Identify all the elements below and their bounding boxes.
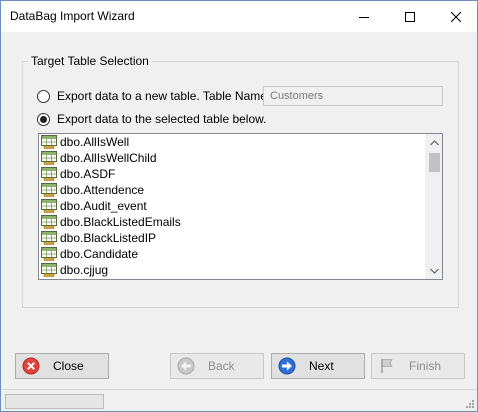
table-list-item-label: dbo.BlackListedEmails xyxy=(60,215,181,229)
back-button-label: Back xyxy=(208,359,235,373)
table-list-item-label: dbo.AllIsWell xyxy=(60,135,130,149)
existing-table-label: Export data to the selected table below. xyxy=(57,112,267,126)
finish-flag-icon xyxy=(381,359,393,373)
table-list: dbo.AllIsWell dbo.AllIsWellChild dbo.ASDF d… xyxy=(39,134,424,278)
existing-table-option[interactable]: Export data to the selected table below. xyxy=(37,112,266,126)
resize-grip-icon[interactable] xyxy=(463,397,475,409)
table-list-item-label: dbo.AllIsWellChild xyxy=(60,151,157,165)
table-list-item[interactable]: dbo.Attendence xyxy=(39,182,424,198)
table-list-item[interactable]: dbo.cjjug xyxy=(39,262,424,278)
next-button-label: Next xyxy=(309,359,334,373)
table-list-item-label: dbo.Candidate xyxy=(60,247,139,261)
title-bar[interactable]: DataBag Import Wizard xyxy=(1,1,477,32)
table-listbox[interactable]: dbo.AllIsWell dbo.AllIsWellChild dbo.ASDF d… xyxy=(38,133,443,280)
chevron-down-icon xyxy=(430,268,439,274)
new-table-option[interactable]: Export data to a new table. Table Name: xyxy=(37,89,270,103)
table-list-item[interactable]: dbo.AllIsWell xyxy=(39,134,424,150)
table-icon xyxy=(41,231,57,245)
close-button-label: Close xyxy=(53,359,84,373)
close-button[interactable]: Close xyxy=(15,353,109,379)
scroll-down-button[interactable] xyxy=(426,262,442,279)
groupbox-legend: Target Table Selection xyxy=(28,54,152,68)
status-bar xyxy=(1,389,477,411)
finish-button-label: Finish xyxy=(409,359,442,373)
list-scrollbar[interactable] xyxy=(425,134,442,279)
table-name-input[interactable] xyxy=(263,86,443,106)
minimize-icon xyxy=(359,16,369,18)
table-icon xyxy=(41,183,57,197)
table-icon xyxy=(41,263,57,277)
table-list-item-label: dbo.Audit_event xyxy=(60,199,147,213)
close-icon xyxy=(451,11,461,22)
new-table-radio[interactable] xyxy=(37,89,50,103)
back-button[interactable]: Back xyxy=(170,353,264,379)
table-icon xyxy=(41,247,57,261)
back-arrow-icon xyxy=(177,357,195,375)
table-icon xyxy=(41,151,57,165)
table-list-item[interactable]: dbo.ASDF xyxy=(39,166,424,182)
table-list-item[interactable]: dbo.BlackListedIP xyxy=(39,230,424,246)
table-icon xyxy=(41,135,57,149)
status-progress-bar xyxy=(5,394,104,409)
minimize-button[interactable] xyxy=(341,1,387,32)
scroll-thumb[interactable] xyxy=(429,153,440,172)
new-table-label: Export data to a new table. Table Name: xyxy=(57,89,271,103)
scroll-up-button[interactable] xyxy=(426,134,442,151)
next-arrow-icon xyxy=(278,357,296,375)
table-list-item[interactable]: dbo.AllIsWellChild xyxy=(39,150,424,166)
table-icon xyxy=(41,199,57,213)
table-list-item-label: dbo.cjjug xyxy=(60,263,109,277)
maximize-button[interactable] xyxy=(387,1,433,32)
maximize-icon xyxy=(405,11,415,22)
existing-table-radio[interactable] xyxy=(37,112,50,126)
close-circle-icon xyxy=(22,357,40,375)
window-title: DataBag Import Wizard xyxy=(10,9,135,23)
table-list-item[interactable]: dbo.BlackListedEmails xyxy=(39,214,424,230)
next-button[interactable]: Next xyxy=(271,353,365,379)
table-icon xyxy=(41,167,57,181)
chevron-up-icon xyxy=(430,139,439,145)
wizard-window: DataBag Import Wizard Target Table Selec… xyxy=(0,0,478,412)
table-list-item-label: dbo.Attendence xyxy=(60,183,145,197)
table-list-item[interactable]: dbo.Audit_event xyxy=(39,198,424,214)
table-list-item-label: dbo.BlackListedIP xyxy=(60,231,157,245)
window-close-button[interactable] xyxy=(433,1,478,32)
table-icon xyxy=(41,215,57,229)
table-list-item-label: dbo.ASDF xyxy=(60,167,116,181)
table-list-item[interactable]: dbo.Candidate xyxy=(39,246,424,262)
finish-button[interactable]: Finish xyxy=(371,353,465,379)
